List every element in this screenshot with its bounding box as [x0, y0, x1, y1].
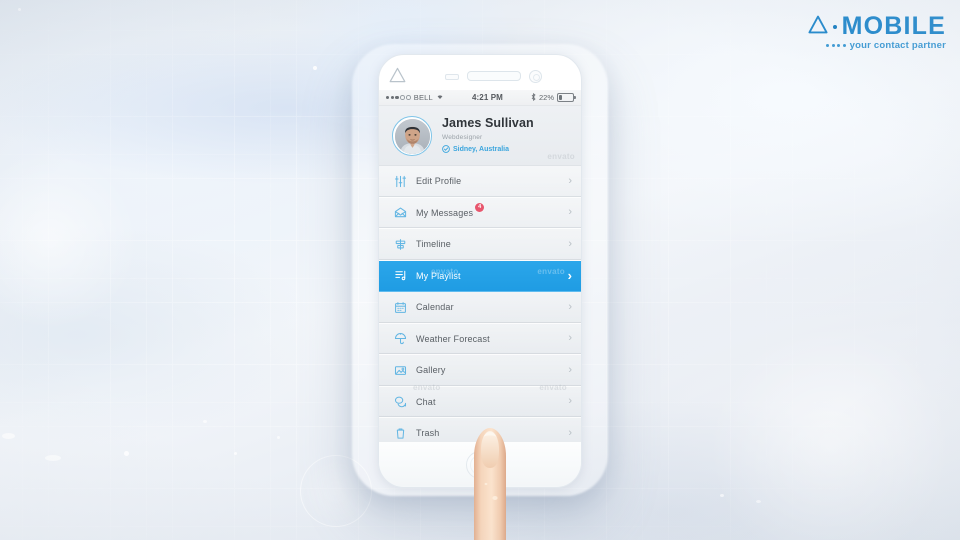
brand-logo-main: MOBILE [808, 14, 946, 39]
chevron-right-icon: › [568, 300, 572, 313]
earpiece-speaker-icon [467, 71, 521, 81]
calendar-icon [392, 301, 408, 314]
delta-triangle-icon [808, 15, 828, 38]
menu-item-timeline[interactable]: Timeline › [379, 229, 581, 261]
chevron-right-icon: › [568, 426, 572, 439]
sliders-icon [392, 175, 408, 188]
signal-dots-icon [386, 95, 411, 100]
envelope-icon [392, 206, 408, 219]
menu-item-calendar[interactable]: Calendar › [379, 292, 581, 324]
screenshot-stage: MOBILE your contact partner BELL 4:21 PM… [0, 0, 960, 540]
phone-top-bezel [379, 55, 581, 90]
avatar[interactable] [392, 116, 432, 156]
menu-item-chat[interactable]: Chat envato envato › [379, 383, 581, 418]
profile-location: Sidney, Australia [442, 144, 534, 155]
menu-item-label: Calendar [416, 302, 454, 313]
brand-name: MOBILE [841, 12, 946, 40]
trash-icon [392, 427, 408, 440]
chevron-right-icon: › [568, 206, 572, 219]
menu-item-label: Chat [416, 396, 436, 407]
status-left: BELL [386, 93, 444, 102]
wifi-icon [436, 93, 444, 102]
phone-screen: BELL 4:21 PM 22% James Sullivan Webdesig… [379, 90, 581, 442]
menu-item-label: Gallery [416, 365, 446, 376]
chat-icon [392, 395, 408, 408]
timeline-icon [392, 238, 408, 251]
menu-list: Edit Profile › My Messages 4 › Timeline … [379, 166, 581, 442]
menu-item-label: My Messages 4 [416, 202, 568, 218]
menu-item-label: Weather Forecast [416, 333, 490, 344]
chevron-right-icon: › [568, 332, 572, 345]
chevron-right-icon: › [568, 363, 572, 376]
profile-role: Webdesigner [442, 133, 483, 141]
profile-text: James Sullivan Webdesigner Sidney, Austr… [442, 117, 534, 154]
battery-icon [557, 93, 576, 102]
brand-tagline: your contact partner [849, 40, 946, 51]
menu-item-label: Timeline [416, 239, 451, 250]
delta-triangle-icon [389, 67, 406, 88]
profile-location-label: Sidney, Australia [453, 146, 510, 154]
menu-item-my-playlist[interactable]: My Playlist envato envato › [379, 260, 581, 292]
unread-badge: 4 [475, 202, 485, 212]
umbrella-icon [392, 332, 408, 345]
menu-item-my-messages[interactable]: My Messages 4 › [379, 197, 581, 229]
menu-item-trash[interactable]: Trash › [379, 418, 581, 442]
menu-item-edit-profile[interactable]: Edit Profile › [379, 166, 581, 198]
home-button[interactable] [466, 451, 494, 479]
logo-separator-dot [832, 24, 837, 29]
status-time: 4:21 PM [471, 93, 503, 102]
chevron-right-icon: › [567, 268, 572, 284]
brand-logo: MOBILE your contact partner [808, 14, 946, 51]
chevron-right-icon: › [568, 174, 572, 187]
watermark: envato [547, 152, 575, 161]
playlist-icon [392, 269, 408, 282]
status-bar: BELL 4:21 PM 22% [379, 90, 581, 106]
brand-tagline-row: your contact partner [808, 41, 946, 51]
avatar-image [394, 118, 430, 154]
tagline-dots-icon [826, 44, 846, 48]
chevron-right-icon: › [568, 395, 572, 408]
menu-item-weather-forecast[interactable]: Weather Forecast › [379, 323, 581, 355]
battery-percent: 22% [538, 93, 554, 102]
status-right: 22% [531, 92, 576, 103]
profile-name: James Sullivan [442, 116, 534, 131]
carrier-label: BELL [413, 93, 433, 102]
menu-item-label: My Playlist [416, 270, 461, 281]
menu-item-gallery[interactable]: Gallery › [379, 355, 581, 387]
location-check-icon [442, 144, 450, 155]
menu-item-label: Edit Profile [416, 176, 462, 187]
phone-bottom-bezel [379, 442, 581, 486]
bluetooth-icon [531, 92, 536, 103]
phone-device: BELL 4:21 PM 22% James Sullivan Webdesig… [378, 54, 582, 488]
image-icon [392, 364, 408, 377]
front-camera-icon [529, 70, 542, 83]
proximity-sensor-icon [445, 74, 459, 80]
menu-item-label: Trash [416, 428, 440, 439]
chevron-right-icon: › [568, 237, 572, 250]
profile-header[interactable]: James Sullivan Webdesigner Sidney, Austr… [379, 106, 581, 166]
